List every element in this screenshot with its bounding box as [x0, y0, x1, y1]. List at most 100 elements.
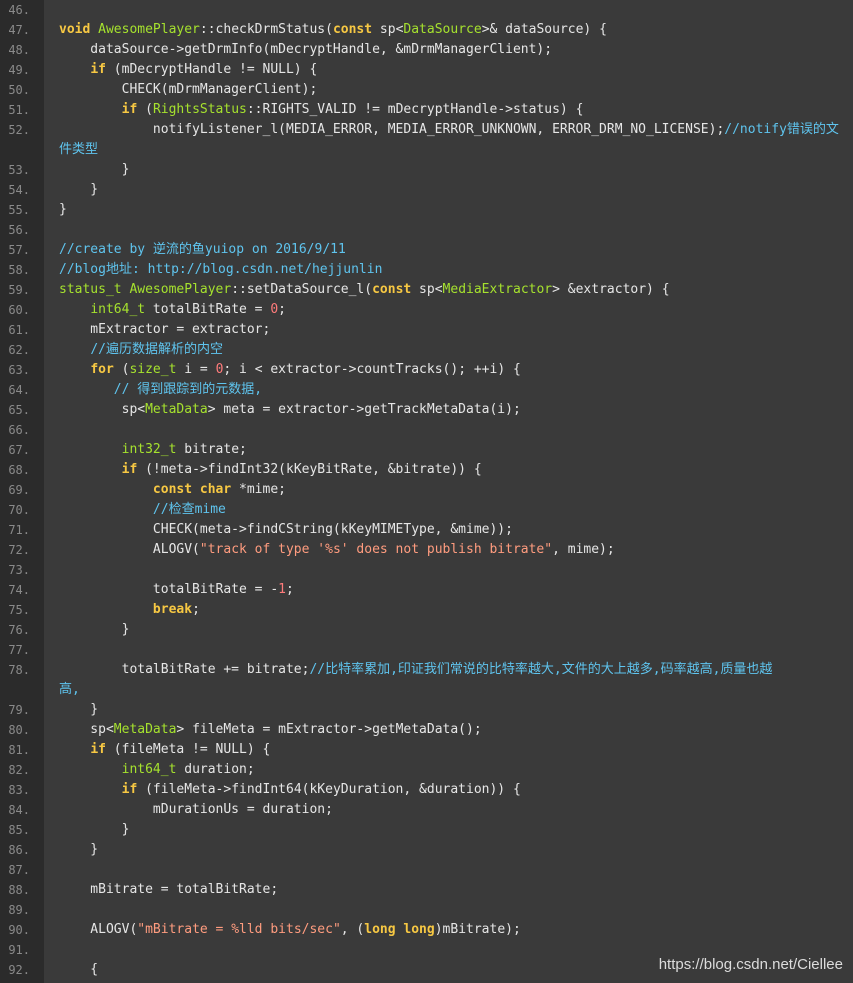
- line-number: 49.: [8, 63, 30, 77]
- line-number: 51.: [8, 103, 30, 117]
- code-text: dataSource->getDrmInfo(mDecryptHandle, &…: [59, 40, 552, 60]
- code-token: "track of type '%s' does not publish bit…: [199, 542, 553, 557]
- line-number: 60.: [8, 303, 30, 317]
- code-text: //遍历数据解析的内空: [59, 340, 223, 360]
- code-token: RightsStatus: [152, 102, 247, 117]
- code-text: ALOGV("mBitrate = %lld bits/sec", (long …: [59, 920, 521, 940]
- code-text: totalBitRate = -1;: [59, 580, 294, 600]
- line-number: 87.: [8, 863, 30, 877]
- code-token: > meta = extractor->getTrackMetaData(i);: [207, 402, 521, 417]
- code-text: }: [59, 820, 130, 840]
- code-text: }: [59, 180, 98, 200]
- code-line: 73.: [0, 560, 853, 580]
- line-number: 62.: [8, 343, 30, 357]
- line-number: 77.: [8, 643, 30, 657]
- code-token: if: [121, 102, 138, 117]
- code-token: "mBitrate = %lld bits/sec": [137, 922, 341, 937]
- code-token: , (: [340, 922, 365, 937]
- line-number: 85.: [8, 823, 30, 837]
- line-number: 47.: [8, 23, 30, 37]
- line-number: 57.: [8, 243, 30, 257]
- line-number: 55.: [8, 203, 30, 217]
- line-number: 76.: [8, 623, 30, 637]
- code-line: 84. mDurationUs = duration;: [0, 800, 853, 820]
- code-token: duration;: [176, 762, 255, 777]
- code-token: //检查mime: [152, 502, 226, 517]
- code-token: MetaData: [113, 722, 177, 737]
- line-number: 64.: [8, 383, 30, 397]
- code-text: // 得到跟踪到的元数据,: [59, 380, 262, 400]
- line-number: 92.: [8, 963, 30, 977]
- code-token: >& dataSource) {: [481, 22, 607, 37]
- code-token: }: [59, 822, 130, 837]
- code-line: 67. int32_t bitrate;: [0, 440, 853, 460]
- code-line: 47. void AwesomePlayer::checkDrmStatus(co…: [0, 20, 853, 40]
- line-number: 50.: [8, 83, 30, 97]
- code-token: CHECK(meta->findCString(kKeyMIMEType, &m…: [59, 522, 513, 537]
- code-text: if (!meta->findInt32(kKeyBitRate, &bitra…: [59, 460, 482, 480]
- line-number: 86.: [8, 843, 30, 857]
- code-token: totalBitRate += bitrate;: [59, 662, 310, 677]
- code-token: (!meta->findInt32(kKeyBitRate, &bitrate)…: [137, 462, 482, 477]
- code-line: 82. int64_t duration;: [0, 760, 853, 780]
- code-token: (fileMeta->findInt64(kKeyDuration, &dura…: [137, 782, 521, 797]
- code-line: 88. mBitrate = totalBitRate;: [0, 880, 853, 900]
- code-line: 55.}: [0, 200, 853, 220]
- code-line: 72. ALOGV("track of type '%s' does not p…: [0, 540, 853, 560]
- code-token: //create by 逆流的鱼yuiop on 2016/9/11: [59, 242, 346, 257]
- code-line: 50. CHECK(mDrmManagerClient);: [0, 80, 853, 100]
- code-line: 61. mExtractor = extractor;: [0, 320, 853, 340]
- code-line: 80. sp<MetaData> fileMeta = mExtractor->…: [0, 720, 853, 740]
- code-token: int32_t: [121, 442, 177, 457]
- code-token: size_t: [129, 362, 177, 377]
- code-token: *mime;: [231, 482, 286, 497]
- code-line: 81. if (fileMeta != NULL) {: [0, 740, 853, 760]
- code-token: for: [90, 362, 114, 377]
- code-token: )mBitrate);: [434, 922, 521, 937]
- code-token: }: [59, 182, 99, 197]
- code-line: 68. if (!meta->findInt32(kKeyBitRate, &b…: [0, 460, 853, 480]
- code-line: 51. if (RightsStatus::RIGHTS_VALID != mD…: [0, 100, 853, 120]
- code-line: 78. totalBitRate += bitrate;//比特率累加,印证我们…: [0, 660, 853, 700]
- code-token: if: [121, 782, 138, 797]
- code-token: break: [152, 602, 193, 617]
- code-text: CHECK(mDrmManagerClient);: [59, 80, 318, 100]
- line-number: 91.: [8, 943, 30, 957]
- code-line: 48. dataSource->getDrmInfo(mDecryptHandl…: [0, 40, 853, 60]
- code-line: 60. int64_t totalBitRate = 0;: [0, 300, 853, 320]
- line-number: 70.: [8, 503, 30, 517]
- code-token: const char: [152, 482, 232, 497]
- line-number: 53.: [8, 163, 30, 177]
- code-text: const char *mime;: [59, 480, 286, 500]
- code-text: }: [59, 700, 98, 720]
- code-line: 54. }: [0, 180, 853, 200]
- code-token: //比特率累加,印证我们常说的比特率越大,文件的大上越多,码率越高,质量也越: [309, 662, 773, 677]
- code-text: for (size_t i = 0; i < extractor->countT…: [59, 360, 521, 380]
- code-token: MetaData: [145, 402, 208, 417]
- line-number: 84.: [8, 803, 30, 817]
- code-token: 0: [270, 302, 279, 317]
- code-line: 75. break;: [0, 600, 853, 620]
- code-text: CHECK(meta->findCString(kKeyMIMEType, &m…: [59, 520, 513, 540]
- code-token: //blog地址: http://blog.csdn.net/hejjunlin: [59, 262, 383, 277]
- code-token: sp<: [59, 402, 146, 417]
- code-token: int64_t: [90, 302, 146, 317]
- code-token: }: [59, 702, 99, 717]
- code-line: 49. if (mDecryptHandle != NULL) {: [0, 60, 853, 80]
- line-number: 63.: [8, 363, 30, 377]
- line-number: 78.: [8, 663, 30, 677]
- code-token: ::checkDrmStatus(: [199, 22, 333, 37]
- code-token: ALOGV(: [59, 922, 138, 937]
- line-number: 58.: [8, 263, 30, 277]
- code-token: int64_t: [121, 762, 177, 777]
- line-number: 59.: [8, 283, 30, 297]
